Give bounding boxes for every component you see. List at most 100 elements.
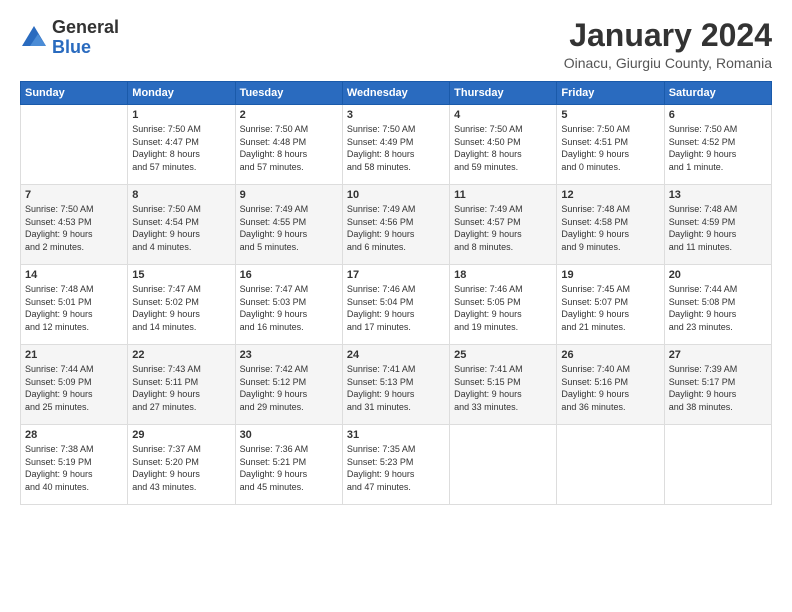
day-number: 27: [669, 349, 767, 361]
day-info: Sunrise: 7:49 AM Sunset: 4:57 PM Dayligh…: [454, 203, 552, 253]
col-header-saturday: Saturday: [664, 82, 771, 105]
calendar-week-4: 28 Sunrise: 7:38 AM Sunset: 5:19 PM Dayli…: [21, 425, 772, 505]
day-info: Sunrise: 7:48 AM Sunset: 5:01 PM Dayligh…: [25, 283, 123, 333]
day-number: 21: [25, 349, 123, 361]
day-number: 5: [561, 109, 659, 121]
day-number: 28: [25, 429, 123, 441]
col-header-friday: Friday: [557, 82, 664, 105]
calendar-week-1: 7 Sunrise: 7:50 AM Sunset: 4:53 PM Daylig…: [21, 185, 772, 265]
day-info: Sunrise: 7:39 AM Sunset: 5:17 PM Dayligh…: [669, 363, 767, 413]
day-info: Sunrise: 7:50 AM Sunset: 4:47 PM Dayligh…: [132, 123, 230, 173]
calendar-cell: 31 Sunrise: 7:35 AM Sunset: 5:23 PM Dayli…: [342, 425, 449, 505]
day-info: Sunrise: 7:48 AM Sunset: 4:59 PM Dayligh…: [669, 203, 767, 253]
logo-icon: [20, 24, 48, 52]
day-number: 18: [454, 269, 552, 281]
logo-text: General Blue: [52, 18, 119, 58]
calendar-cell: 15 Sunrise: 7:47 AM Sunset: 5:02 PM Dayli…: [128, 265, 235, 345]
day-info: Sunrise: 7:50 AM Sunset: 4:49 PM Dayligh…: [347, 123, 445, 173]
calendar-cell: 13 Sunrise: 7:48 AM Sunset: 4:59 PM Dayli…: [664, 185, 771, 265]
calendar-cell: 26 Sunrise: 7:40 AM Sunset: 5:16 PM Dayli…: [557, 345, 664, 425]
header: General Blue January 2024 Oinacu, Giurgi…: [20, 18, 772, 71]
col-header-thursday: Thursday: [450, 82, 557, 105]
calendar-cell: 28 Sunrise: 7:38 AM Sunset: 5:19 PM Dayli…: [21, 425, 128, 505]
day-number: 8: [132, 189, 230, 201]
calendar-cell: [21, 105, 128, 185]
day-number: 3: [347, 109, 445, 121]
day-number: 9: [240, 189, 338, 201]
day-number: 16: [240, 269, 338, 281]
calendar-cell: 1Sunrise: 7:50 AM Sunset: 4:47 PM Daylig…: [128, 105, 235, 185]
calendar-cell: 24 Sunrise: 7:41 AM Sunset: 5:13 PM Dayli…: [342, 345, 449, 425]
day-number: 22: [132, 349, 230, 361]
calendar-cell: 18 Sunrise: 7:46 AM Sunset: 5:05 PM Dayli…: [450, 265, 557, 345]
calendar-header-row: SundayMondayTuesdayWednesdayThursdayFrid…: [21, 82, 772, 105]
location-title: Oinacu, Giurgiu County, Romania: [564, 55, 772, 71]
day-number: 4: [454, 109, 552, 121]
day-info: Sunrise: 7:50 AM Sunset: 4:52 PM Dayligh…: [669, 123, 767, 173]
day-info: Sunrise: 7:38 AM Sunset: 5:19 PM Dayligh…: [25, 443, 123, 493]
day-number: 23: [240, 349, 338, 361]
calendar-cell: [557, 425, 664, 505]
day-info: Sunrise: 7:50 AM Sunset: 4:51 PM Dayligh…: [561, 123, 659, 173]
day-info: Sunrise: 7:45 AM Sunset: 5:07 PM Dayligh…: [561, 283, 659, 333]
day-info: Sunrise: 7:46 AM Sunset: 5:05 PM Dayligh…: [454, 283, 552, 333]
day-number: 25: [454, 349, 552, 361]
logo-general-text: General: [52, 17, 119, 37]
day-number: 31: [347, 429, 445, 441]
calendar-cell: 8Sunrise: 7:50 AM Sunset: 4:54 PM Daylig…: [128, 185, 235, 265]
calendar-cell: 21 Sunrise: 7:44 AM Sunset: 5:09 PM Dayli…: [21, 345, 128, 425]
day-info: Sunrise: 7:41 AM Sunset: 5:15 PM Dayligh…: [454, 363, 552, 413]
col-header-wednesday: Wednesday: [342, 82, 449, 105]
day-number: 14: [25, 269, 123, 281]
logo: General Blue: [20, 18, 119, 58]
calendar-cell: 25 Sunrise: 7:41 AM Sunset: 5:15 PM Dayli…: [450, 345, 557, 425]
day-info: Sunrise: 7:47 AM Sunset: 5:03 PM Dayligh…: [240, 283, 338, 333]
title-block: January 2024 Oinacu, Giurgiu County, Rom…: [564, 18, 772, 71]
day-info: Sunrise: 7:49 AM Sunset: 4:56 PM Dayligh…: [347, 203, 445, 253]
day-info: Sunrise: 7:37 AM Sunset: 5:20 PM Dayligh…: [132, 443, 230, 493]
day-number: 6: [669, 109, 767, 121]
day-info: Sunrise: 7:40 AM Sunset: 5:16 PM Dayligh…: [561, 363, 659, 413]
day-number: 24: [347, 349, 445, 361]
calendar-cell: 17Sunrise: 7:46 AM Sunset: 5:04 PM Dayli…: [342, 265, 449, 345]
day-info: Sunrise: 7:50 AM Sunset: 4:53 PM Dayligh…: [25, 203, 123, 253]
day-info: Sunrise: 7:50 AM Sunset: 4:48 PM Dayligh…: [240, 123, 338, 173]
calendar-cell: 10 Sunrise: 7:49 AM Sunset: 4:56 PM Dayli…: [342, 185, 449, 265]
day-info: Sunrise: 7:49 AM Sunset: 4:55 PM Dayligh…: [240, 203, 338, 253]
calendar-week-0: 1Sunrise: 7:50 AM Sunset: 4:47 PM Daylig…: [21, 105, 772, 185]
day-info: Sunrise: 7:36 AM Sunset: 5:21 PM Dayligh…: [240, 443, 338, 493]
calendar-cell: 2 Sunrise: 7:50 AM Sunset: 4:48 PM Daylig…: [235, 105, 342, 185]
calendar-cell: 3 Sunrise: 7:50 AM Sunset: 4:49 PM Daylig…: [342, 105, 449, 185]
day-number: 12: [561, 189, 659, 201]
day-info: Sunrise: 7:48 AM Sunset: 4:58 PM Dayligh…: [561, 203, 659, 253]
page: General Blue January 2024 Oinacu, Giurgi…: [0, 0, 792, 612]
day-info: Sunrise: 7:41 AM Sunset: 5:13 PM Dayligh…: [347, 363, 445, 413]
day-number: 2: [240, 109, 338, 121]
calendar-cell: 30 Sunrise: 7:36 AM Sunset: 5:21 PM Dayli…: [235, 425, 342, 505]
col-header-sunday: Sunday: [21, 82, 128, 105]
calendar-cell: 9 Sunrise: 7:49 AM Sunset: 4:55 PM Daylig…: [235, 185, 342, 265]
day-number: 13: [669, 189, 767, 201]
day-info: Sunrise: 7:46 AM Sunset: 5:04 PM Dayligh…: [347, 283, 445, 333]
day-number: 29: [132, 429, 230, 441]
day-number: 10: [347, 189, 445, 201]
day-number: 30: [240, 429, 338, 441]
day-number: 19: [561, 269, 659, 281]
day-info: Sunrise: 7:47 AM Sunset: 5:02 PM Dayligh…: [132, 283, 230, 333]
day-info: Sunrise: 7:44 AM Sunset: 5:09 PM Dayligh…: [25, 363, 123, 413]
day-number: 15: [132, 269, 230, 281]
calendar-cell: [450, 425, 557, 505]
day-info: Sunrise: 7:35 AM Sunset: 5:23 PM Dayligh…: [347, 443, 445, 493]
day-info: Sunrise: 7:50 AM Sunset: 4:50 PM Dayligh…: [454, 123, 552, 173]
day-info: Sunrise: 7:43 AM Sunset: 5:11 PM Dayligh…: [132, 363, 230, 413]
calendar-week-2: 14 Sunrise: 7:48 AM Sunset: 5:01 PM Dayli…: [21, 265, 772, 345]
calendar-cell: 4 Sunrise: 7:50 AM Sunset: 4:50 PM Daylig…: [450, 105, 557, 185]
month-title: January 2024: [564, 18, 772, 53]
day-number: 7: [25, 189, 123, 201]
calendar-cell: 27 Sunrise: 7:39 AM Sunset: 5:17 PM Dayli…: [664, 345, 771, 425]
day-number: 26: [561, 349, 659, 361]
calendar-cell: 23Sunrise: 7:42 AM Sunset: 5:12 PM Dayli…: [235, 345, 342, 425]
calendar-week-3: 21 Sunrise: 7:44 AM Sunset: 5:09 PM Dayli…: [21, 345, 772, 425]
calendar-cell: 16 Sunrise: 7:47 AM Sunset: 5:03 PM Dayli…: [235, 265, 342, 345]
calendar-cell: 20Sunrise: 7:44 AM Sunset: 5:08 PM Dayli…: [664, 265, 771, 345]
